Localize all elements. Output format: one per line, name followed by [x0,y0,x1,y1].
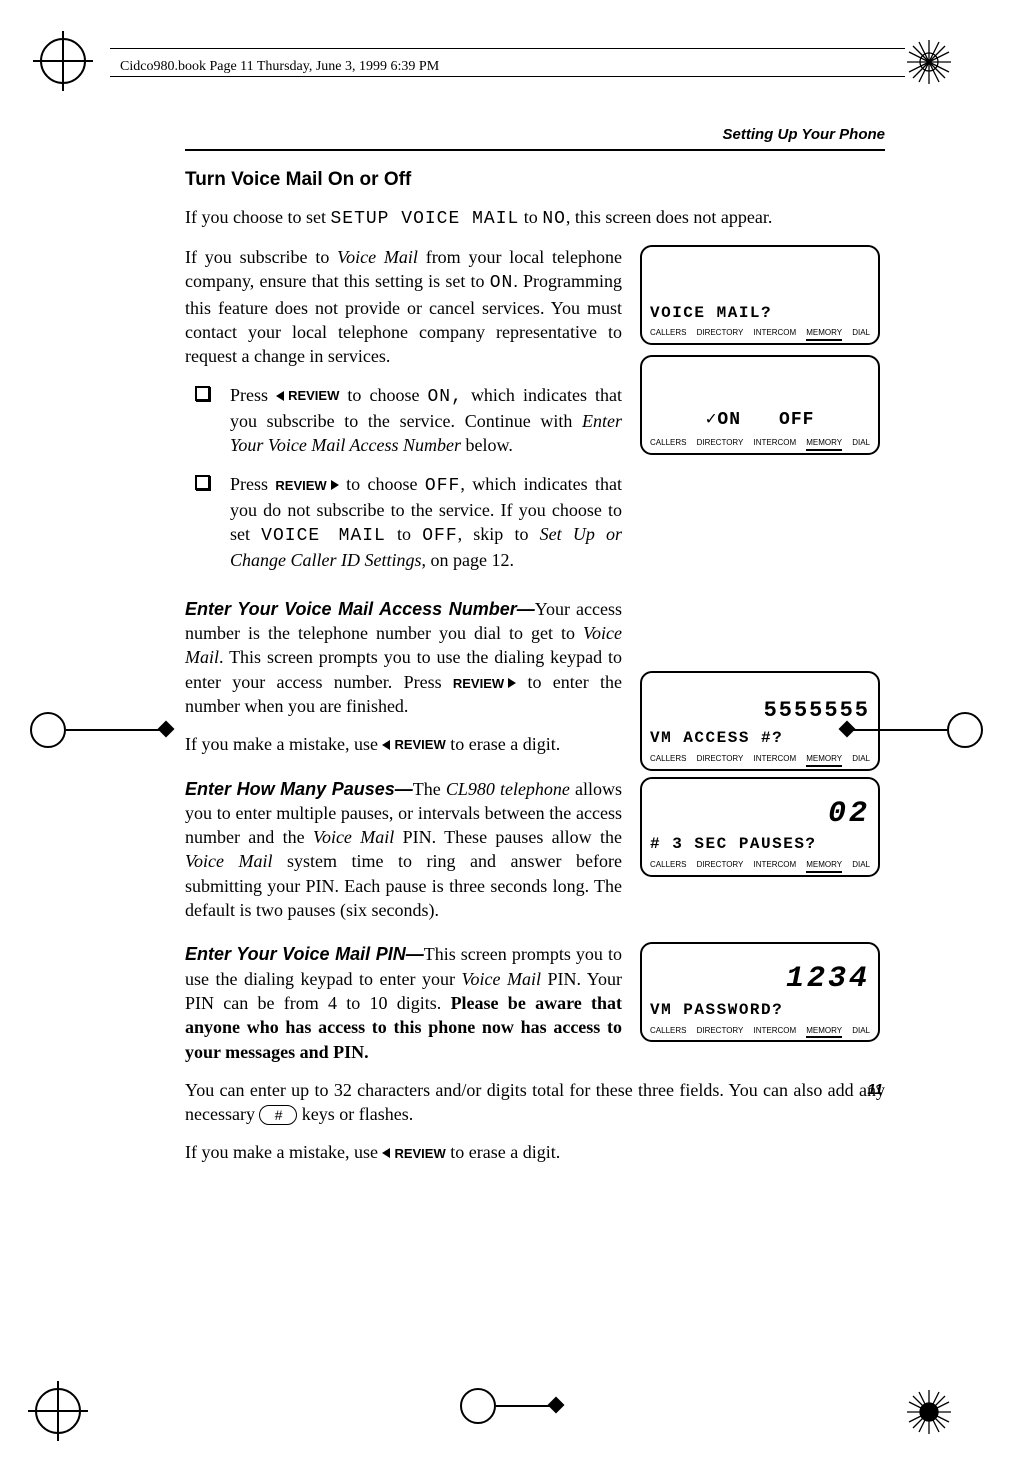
mistake-paragraph: If you make a mistake, use REVIEW to era… [185,732,622,756]
lcd-screen-voice-mail: VOICE MAIL? CALLERSDIRECTORYINTERCOMMEMO… [640,245,880,345]
review-right-button: REVIEW [275,477,338,495]
triangle-right-icon [331,480,339,490]
starburst-icon [905,1388,953,1436]
review-left-button: REVIEW [382,736,445,754]
running-head: Setting Up Your Phone [185,125,885,151]
access-paragraph: Enter Your Voice Mail Access Number—Your… [185,597,622,718]
pin-paragraph: Enter Your Voice Mail PIN—This screen pr… [185,942,622,1063]
chars-paragraph: You can enter up to 32 characters and/or… [185,1078,885,1127]
page-number: 11 [867,1080,883,1100]
arrow-right-icon [158,721,175,738]
page-header-note: Cidco980.book Page 11 Thursday, June 3, … [120,58,439,77]
review-left-button: REVIEW [276,387,339,405]
starburst-icon [905,38,953,86]
intro-paragraph: If you choose to set SETUP VOICE MAIL to… [185,205,885,231]
triangle-left-icon [276,391,284,401]
lcd-screen-vm-password: 1234 VM PASSWORD? CALLERSDIRECTORYINTERC… [640,942,880,1042]
mistake-paragraph-2: If you make a mistake, use REVIEW to era… [185,1140,885,1164]
arrow-right-icon [548,1397,565,1414]
reg-circle-icon [30,712,66,748]
reg-circle-icon [947,712,983,748]
triangle-left-icon [382,1148,390,1158]
reg-circle-icon [460,1388,496,1424]
pauses-paragraph: Enter How Many Pauses—The CL980 telephon… [185,777,622,923]
lcd-screen-on-off: ✓ONOFF CALLERSDIRECTORYINTERCOMMEMORYDIA… [640,355,880,455]
triangle-right-icon [508,678,516,688]
lcd-screen-pauses: 02 # 3 SEC PAUSES? CALLERSDIRECTORYINTER… [640,777,880,877]
bullet-item: Press REVIEW to choose OFF, which indica… [185,472,622,573]
subscribe-paragraph: If you subscribe to Voice Mail from your… [185,245,622,368]
hash-key-icon: # [259,1105,297,1125]
review-right-button: REVIEW [453,675,516,693]
review-left-button: REVIEW [382,1145,445,1163]
lcd-screen-vm-access: 5555555 VM ACCESS #? CALLERSDIRECTORYINT… [640,671,880,771]
bullet-item: Press REVIEW to choose ON, which indicat… [185,383,622,458]
checkbox-icon [195,386,210,401]
section-heading: Turn Voice Mail On or Off [185,167,885,193]
page-content: Setting Up Your Phone Turn Voice Mail On… [185,125,885,1179]
checkbox-icon [195,475,210,490]
triangle-left-icon [382,740,390,750]
